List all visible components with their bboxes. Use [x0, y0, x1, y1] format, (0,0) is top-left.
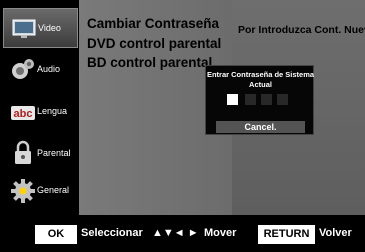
pin-digit-box[interactable]	[245, 94, 256, 105]
menu-item-change-password[interactable]: Cambiar Contraseña	[87, 16, 219, 31]
menu-item-bd-parental-control[interactable]: BD control parental	[87, 55, 212, 70]
arrow-keys-icon: ▲▼◄ ►	[152, 227, 199, 239]
svg-text:abc: abc	[14, 108, 33, 120]
sidebar-item-label: Parental	[37, 148, 71, 158]
sidebar-item-audio[interactable]: Audio	[3, 50, 78, 90]
gear-icon	[11, 179, 35, 203]
ok-key-button[interactable]: OK	[35, 225, 77, 244]
return-key-button[interactable]: RETURN	[258, 225, 315, 244]
move-help-label: Mover	[204, 227, 237, 239]
parental-settings-screen: Video Audio abc Lengua Parental General …	[0, 0, 365, 252]
sidebar-item-label: Audio	[37, 64, 61, 74]
menu-item-dvd-parental-control[interactable]: DVD control parental	[87, 36, 221, 51]
language-abc-icon: abc	[11, 106, 35, 120]
pin-digit-box[interactable]	[277, 94, 288, 105]
back-help-label: Volver	[319, 227, 352, 239]
parental-lock-icon	[15, 140, 31, 164]
speaker-icon	[12, 59, 34, 79]
sidebar-item-parental[interactable]: Parental	[3, 134, 78, 174]
dialog-title-line1: Entrar Contraseña de Sistema	[206, 70, 315, 79]
dialog-title: Entrar Contraseña de Sistema Actual	[206, 70, 315, 90]
cancel-button[interactable]: Cancel.	[216, 121, 305, 133]
select-help-label: Seleccionar	[81, 227, 143, 239]
pin-digit-box[interactable]	[261, 94, 272, 105]
info-panel-title: Por Introduzca Cont. Nueva	[238, 24, 365, 36]
sidebar-item-video[interactable]: Video	[3, 8, 78, 48]
sidebar-item-label: Video	[38, 23, 61, 33]
pin-digit-box[interactable]	[227, 94, 238, 105]
sidebar-item-lengua[interactable]: abc Lengua	[3, 92, 78, 132]
monitor-icon	[12, 19, 36, 38]
sidebar-item-label: Lengua	[37, 106, 68, 116]
sidebar: Video Audio abc Lengua Parental General	[0, 0, 79, 215]
sidebar-item-general[interactable]: General	[3, 171, 78, 211]
dialog-title-line2: Actual	[249, 80, 272, 89]
sidebar-item-label: General	[37, 185, 70, 195]
password-dialog: Entrar Contraseña de Sistema Actual Canc…	[205, 65, 314, 135]
footer-help-bar: OK Seleccionar ▲▼◄ ► Mover RETURN Volver	[0, 215, 365, 252]
